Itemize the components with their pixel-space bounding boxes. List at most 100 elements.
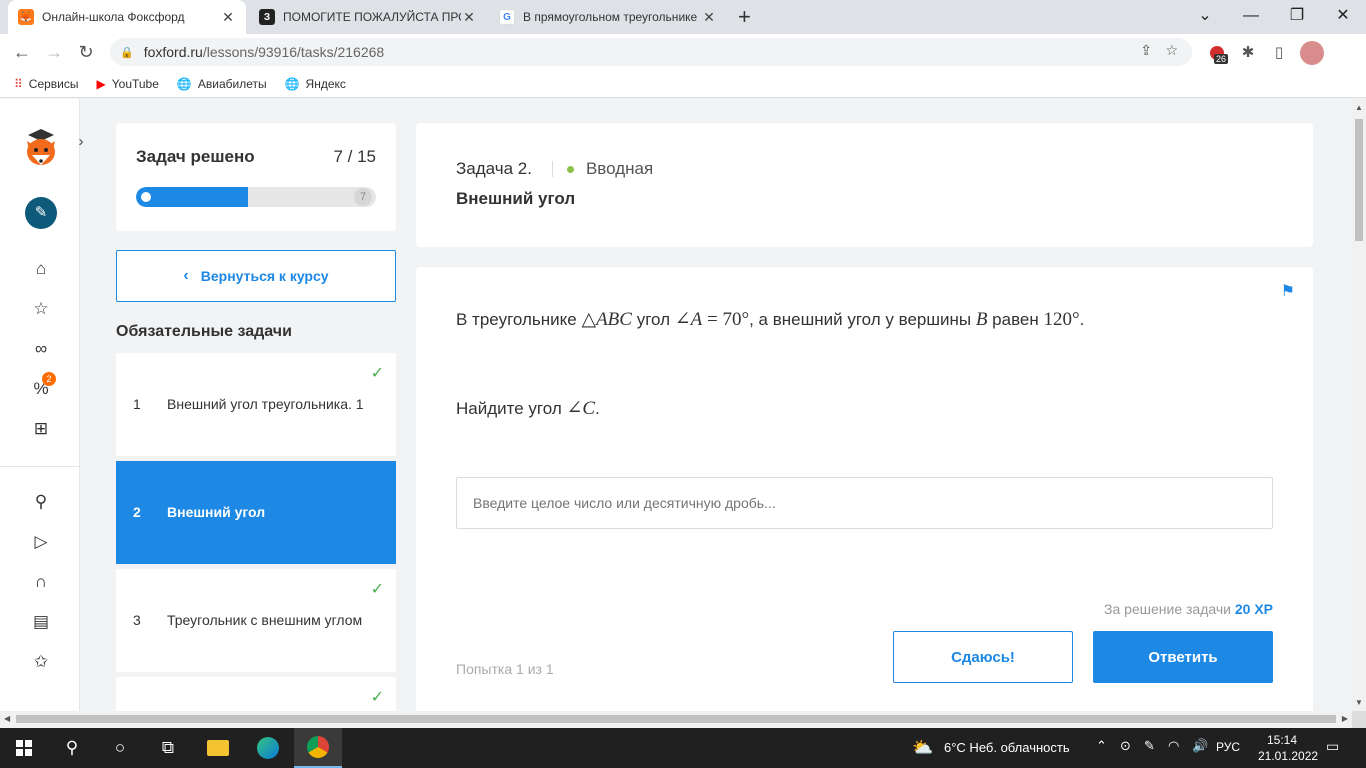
horizontal-scrollbar[interactable]: ◀ ▶ bbox=[0, 711, 1352, 727]
close-tab-icon[interactable]: ✕ bbox=[461, 9, 477, 26]
reload-icon[interactable]: ↻ bbox=[74, 41, 98, 63]
tray-app-icon[interactable]: ⊙ bbox=[1120, 738, 1131, 754]
side-panel-icon[interactable]: ▯ bbox=[1268, 42, 1290, 64]
check-icon: ✓ bbox=[370, 365, 384, 382]
report-flag-icon[interactable]: ⚑ bbox=[1281, 281, 1295, 301]
task-list-item-active[interactable]: 2 Внешний угол bbox=[116, 461, 396, 564]
math-var-c: C bbox=[582, 398, 596, 419]
bookmark-services[interactable]: ⠿ Сервисы bbox=[14, 77, 79, 91]
close-window-icon[interactable]: ✕ bbox=[1320, 0, 1366, 34]
edge-icon[interactable] bbox=[244, 728, 292, 768]
gift-icon[interactable]: ⊞ bbox=[28, 416, 54, 442]
home-icon[interactable]: ⌂ bbox=[28, 256, 54, 282]
give-up-button[interactable]: Сдаюсь! bbox=[893, 631, 1073, 683]
extensions-puzzle-icon[interactable]: ✱ bbox=[1237, 42, 1259, 64]
tab-title: В прямоугольном треугольнике bbox=[523, 10, 698, 24]
volume-icon[interactable]: 🔊 bbox=[1192, 738, 1208, 754]
browser-tab-google[interactable]: G В прямоугольном треугольнике ✕ bbox=[489, 0, 727, 34]
question-text: . bbox=[595, 399, 600, 418]
math-var-b: B bbox=[975, 309, 988, 330]
address-bar[interactable]: 🔒 foxford.ru/lessons/93916/tasks/216268 … bbox=[110, 38, 1192, 66]
hscrollbar-thumb[interactable] bbox=[16, 715, 1336, 723]
new-tab-icon[interactable]: + bbox=[738, 4, 751, 30]
scrollbar-thumb[interactable] bbox=[1355, 119, 1363, 241]
minimize-icon[interactable]: — bbox=[1228, 0, 1274, 34]
share-icon[interactable]: ⇪ bbox=[1140, 42, 1152, 59]
profile-avatar[interactable] bbox=[1300, 41, 1324, 65]
scroll-down-icon[interactable]: ▼ bbox=[1354, 698, 1364, 707]
infinity-icon[interactable]: ∞ bbox=[28, 336, 54, 362]
task-list-item[interactable]: ✓ 3 Треугольник с внешним углом bbox=[116, 569, 396, 672]
promo-badge: 2 bbox=[42, 372, 56, 386]
task-list-item[interactable]: ✓ bbox=[116, 677, 396, 711]
bookmark-star-icon[interactable]: ☆ bbox=[1165, 42, 1178, 59]
search-icon[interactable]: ⚲ bbox=[28, 489, 54, 515]
close-tab-icon[interactable]: ✕ bbox=[701, 9, 717, 26]
bookmark-yandex[interactable]: 🌐 Яндекс bbox=[285, 77, 346, 91]
youtube-icon: ▶ bbox=[96, 76, 106, 91]
back-to-course-button[interactable]: ‹ Вернуться к курсу bbox=[116, 250, 396, 302]
google-favicon: G bbox=[499, 9, 515, 25]
task-statement: В треугольнике △ABC угол ∠A = 70°, а вне… bbox=[456, 308, 1084, 331]
chrome-taskbar-icon[interactable] bbox=[294, 728, 342, 768]
browser-tab-znanija[interactable]: З ПОМОГИТЕ ПОЖАЛУЙСТА ПРОШ ✕ bbox=[249, 0, 487, 34]
task-number: 3 bbox=[133, 612, 141, 628]
clock[interactable]: 15:14 21.01.2022 bbox=[1258, 732, 1318, 764]
chevron-left-icon: ‹ bbox=[183, 267, 189, 284]
submit-answer-button[interactable]: Ответить bbox=[1093, 631, 1273, 683]
task-question: Найдите угол ∠C. bbox=[456, 397, 600, 420]
time: 15:14 bbox=[1266, 733, 1298, 747]
star-icon[interactable]: ☆ bbox=[28, 296, 54, 322]
browser-tab-foxford[interactable]: 🦊 Онлайн-школа Фоксфорд ✕ bbox=[8, 0, 246, 34]
taskbar-search-icon[interactable]: ⚲ bbox=[48, 728, 96, 768]
task-view-icon[interactable]: ⧉ bbox=[144, 728, 192, 768]
notifications-icon[interactable]: ▭ bbox=[1326, 738, 1339, 755]
bookmarks-bar: ⠿ Сервисы ▶ YouTube 🌐 Авиабилеты 🌐 Яндек… bbox=[0, 70, 1366, 98]
close-tab-icon[interactable]: ✕ bbox=[220, 9, 236, 26]
wifi-icon[interactable]: ◠ bbox=[1168, 738, 1179, 754]
scroll-left-icon[interactable]: ◀ bbox=[4, 714, 10, 723]
tab-search-chevron-icon[interactable]: ⌄ bbox=[1182, 0, 1228, 34]
reward-xp: 20 XP bbox=[1234, 601, 1273, 617]
scroll-up-icon[interactable]: ▲ bbox=[1354, 103, 1364, 112]
favorite-star-icon[interactable]: ✩ bbox=[28, 649, 54, 675]
scroll-right-icon[interactable]: ▶ bbox=[1342, 714, 1348, 723]
back-arrow-icon[interactable]: ← bbox=[10, 41, 34, 63]
forward-arrow-icon[interactable]: → bbox=[42, 41, 66, 63]
attempt-counter: Попытка 1 из 1 bbox=[456, 661, 554, 677]
presentation-icon[interactable]: ▤ bbox=[28, 609, 54, 635]
math-var-abc: ABC bbox=[596, 309, 632, 330]
bookmark-youtube[interactable]: ▶ YouTube bbox=[97, 77, 159, 91]
progress-end-marker: 7 bbox=[354, 188, 372, 206]
vertical-scrollbar[interactable]: ▲ ▼ bbox=[1352, 99, 1366, 711]
weather-text[interactable]: 6°C Неб. облачность bbox=[944, 740, 1070, 755]
reward-info: За решение задачи 20 XP bbox=[1104, 601, 1273, 617]
language-indicator[interactable]: РУС bbox=[1216, 740, 1240, 754]
nav-divider bbox=[0, 466, 80, 467]
task-number: 2 bbox=[133, 504, 141, 520]
tray-chevron-up-icon[interactable]: ⌃ bbox=[1096, 738, 1107, 754]
extension-icon[interactable]: 26 bbox=[1206, 42, 1229, 64]
cortana-icon[interactable]: ○ bbox=[96, 728, 144, 768]
quill-icon[interactable]: ✎ bbox=[25, 197, 57, 229]
weather-icon[interactable]: ⛅ bbox=[912, 738, 933, 758]
progress-title: Задач решено bbox=[136, 147, 255, 166]
expand-chevron-icon[interactable]: › bbox=[68, 129, 94, 155]
answer-input[interactable] bbox=[456, 477, 1273, 529]
lock-icon[interactable]: 🔒 bbox=[120, 46, 134, 59]
restore-icon[interactable]: ❐ bbox=[1274, 0, 1320, 34]
url-path: /lessons/93916/tasks/216268 bbox=[202, 44, 385, 60]
task-list-item[interactable]: ✓ 1 Внешний угол треугольника. 1 bbox=[116, 353, 396, 456]
file-explorer-icon[interactable] bbox=[194, 728, 242, 768]
tray-pen-icon[interactable]: ✎ bbox=[1144, 738, 1155, 754]
bookmark-aviabilety[interactable]: 🌐 Авиабилеты bbox=[177, 77, 267, 91]
percent-icon[interactable]: % 2 bbox=[28, 372, 56, 402]
statement-text: . bbox=[1079, 310, 1085, 329]
headphones-icon[interactable]: ∩ bbox=[28, 569, 54, 595]
task-title: Внешний угол bbox=[456, 189, 576, 208]
video-play-icon[interactable]: ▷ bbox=[28, 529, 54, 555]
foxford-favicon: 🦊 bbox=[18, 9, 34, 25]
windows-start-icon[interactable] bbox=[0, 728, 48, 768]
extension-badge: 26 bbox=[1214, 54, 1229, 64]
foxford-logo[interactable] bbox=[24, 127, 58, 167]
